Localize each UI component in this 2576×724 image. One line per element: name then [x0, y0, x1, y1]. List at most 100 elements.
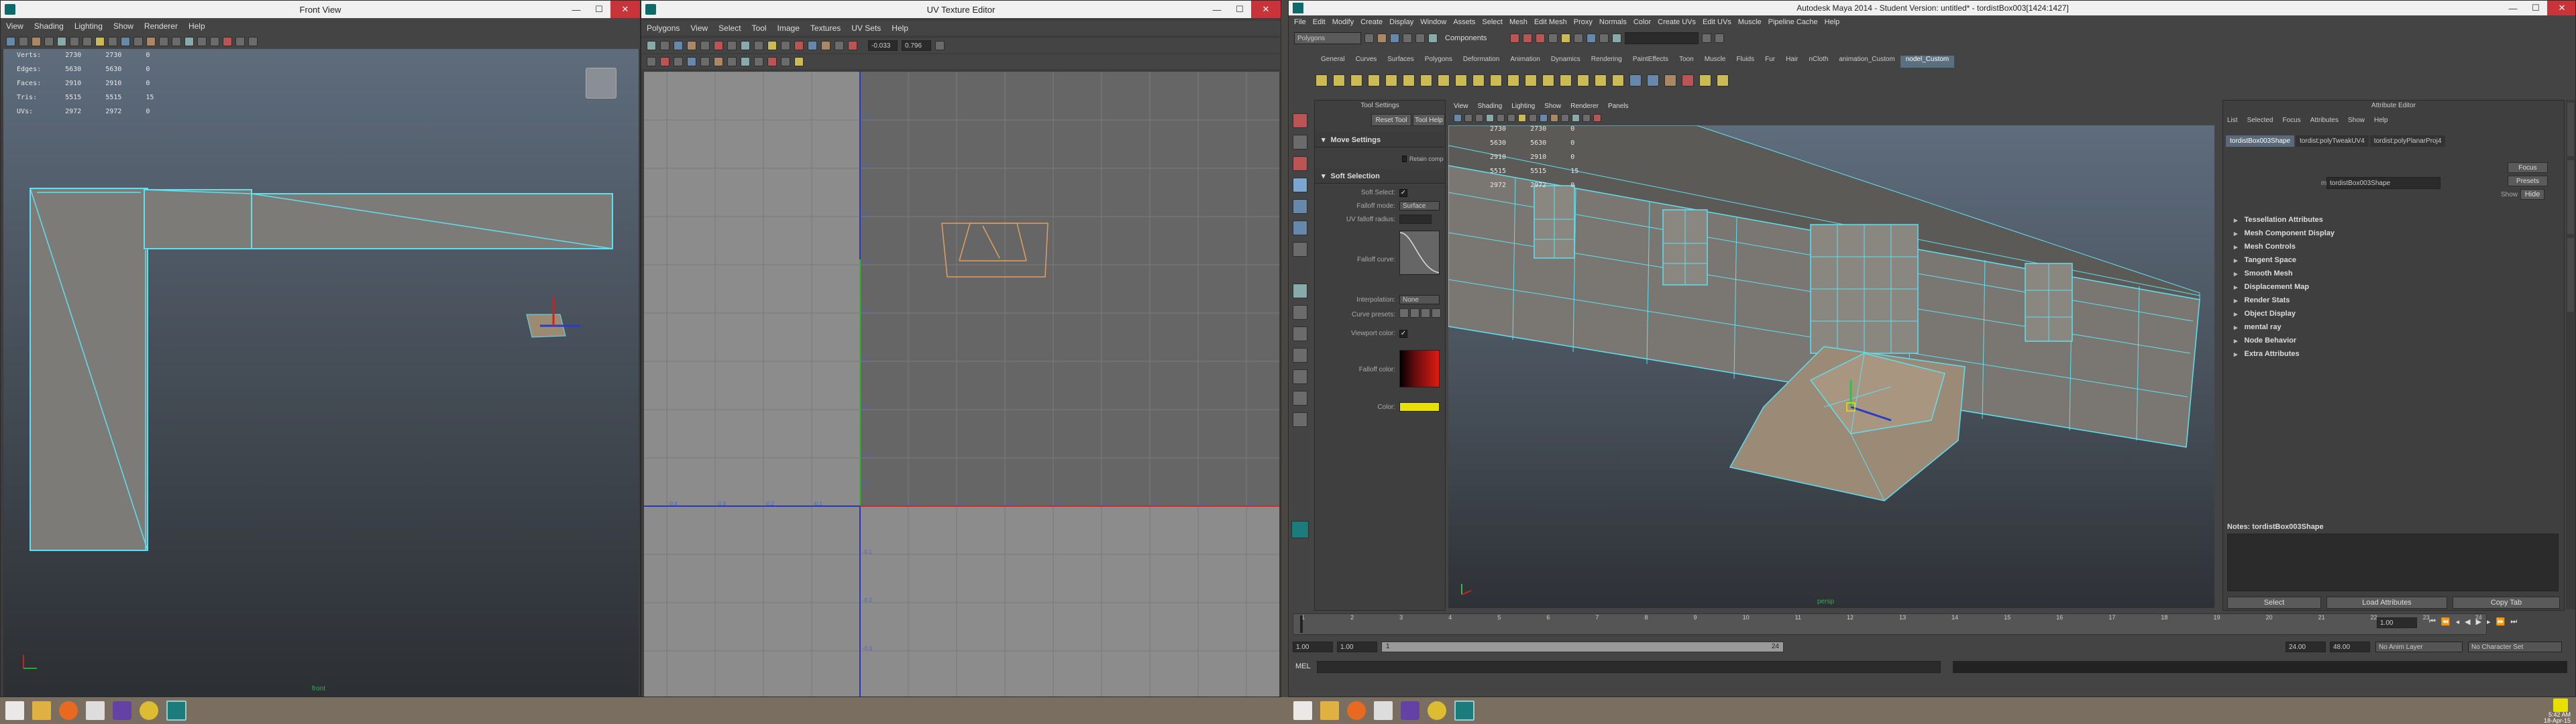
snap-point-icon[interactable] — [1536, 34, 1546, 43]
menu-item[interactable]: Window — [1420, 18, 1446, 26]
ep-curve-icon[interactable] — [1629, 74, 1642, 86]
select-object-icon[interactable] — [1415, 34, 1425, 43]
merge-icon[interactable] — [1507, 74, 1519, 86]
curve-preset-soft-icon[interactable] — [1410, 308, 1419, 318]
scene-open-icon[interactable] — [1377, 34, 1387, 43]
menu-item[interactable]: Create UVs — [1658, 18, 1696, 26]
uv-u-field[interactable]: -0.033 — [868, 40, 898, 51]
firefox-icon[interactable] — [59, 701, 78, 720]
select-component-icon[interactable] — [1428, 34, 1438, 43]
side-tab[interactable] — [2567, 103, 2574, 156]
shelf-tab[interactable]: Animation — [1505, 56, 1545, 68]
wireframe-icon[interactable] — [108, 37, 117, 46]
layout-four-icon[interactable] — [1293, 305, 1307, 320]
sidebar-toggle-icon[interactable] — [1702, 34, 1712, 43]
menu-item[interactable]: Select — [718, 23, 741, 33]
isolate-icon[interactable] — [197, 37, 207, 46]
attr-section[interactable]: Extra Attributes — [2227, 347, 2556, 361]
scene-new-icon[interactable] — [1364, 34, 1374, 43]
camera-attr-icon[interactable] — [19, 37, 28, 46]
isolate-icon[interactable] — [1582, 114, 1591, 122]
shelf-tab[interactable]: Curves — [1350, 56, 1383, 68]
menu-item[interactable]: View — [690, 23, 708, 33]
start-time-field[interactable]: 1.00 — [1293, 642, 1333, 652]
copy-tab-button[interactable]: Copy Tab — [2453, 597, 2560, 609]
tool-help-button[interactable]: Tool Help — [1413, 114, 1445, 126]
menu-item[interactable]: Edit — [1313, 18, 1326, 26]
menu-item[interactable]: Help — [1825, 18, 1840, 26]
menu-item[interactable]: Tool — [752, 23, 767, 33]
menu-item[interactable]: Modify — [1332, 18, 1354, 26]
uv-straighten-icon[interactable] — [781, 41, 790, 50]
uv-editor-shelf-icon[interactable] — [1664, 74, 1676, 86]
attr-section[interactable]: Tessellation Attributes — [2227, 213, 2556, 227]
uv-isolate-icon[interactable] — [727, 57, 737, 66]
layout-outliner-icon[interactable] — [1293, 348, 1307, 363]
interpolation-select[interactable]: None — [1399, 295, 1440, 304]
menu-item[interactable]: Display — [1389, 18, 1413, 26]
uv-toggle-icon[interactable] — [754, 57, 763, 66]
smooth-shade-icon[interactable] — [121, 37, 130, 46]
film-gate-icon[interactable] — [1497, 114, 1505, 122]
wireframe-icon[interactable] — [1529, 114, 1537, 122]
curve-preset-bell-icon[interactable] — [1421, 308, 1430, 318]
minimize-icon[interactable]: — — [1205, 1, 1228, 18]
maya-taskbar-icon[interactable] — [166, 701, 186, 721]
hq-render-icon[interactable] — [210, 37, 219, 46]
shelf-tab[interactable]: Polygons — [1419, 56, 1458, 68]
snap-view-icon[interactable] — [1548, 34, 1558, 43]
firefox-icon[interactable] — [1347, 701, 1366, 720]
scene-save-icon[interactable] — [1390, 34, 1399, 43]
uv-pixel-snap-icon[interactable] — [781, 57, 790, 66]
shelf-tab[interactable]: Rendering — [1586, 56, 1627, 68]
attr-tab-active[interactable]: tordistBox003Shape — [2226, 135, 2295, 147]
bridge-icon[interactable] — [1472, 74, 1485, 86]
notes-field[interactable] — [2227, 534, 2559, 591]
attribute-editor-toggle-icon[interactable] — [1715, 34, 1725, 43]
unity-icon[interactable] — [86, 701, 105, 720]
safe-action-icon[interactable] — [1518, 114, 1526, 122]
uv-shade-icon[interactable] — [821, 41, 830, 50]
uv-smudge-icon[interactable] — [741, 41, 750, 50]
step-forward-key-icon[interactable]: ⏩ — [2496, 617, 2506, 626]
menu-item[interactable]: Lighting — [1511, 103, 1535, 110]
minimize-icon[interactable]: — — [565, 1, 588, 18]
lasso-tool-icon[interactable] — [1293, 135, 1307, 149]
soft-select-checkbox[interactable]: ✓ — [1399, 189, 1407, 197]
attr-section[interactable]: Mesh Controls — [2227, 240, 2556, 253]
retain-component-checkbox[interactable]: Retain component sp — [1402, 156, 1444, 162]
grid-icon[interactable] — [44, 37, 54, 46]
menu-item[interactable]: Renderer — [144, 21, 178, 31]
play-back-icon[interactable]: ◀ — [2465, 617, 2470, 626]
planar-map-icon[interactable] — [1699, 74, 1711, 86]
maximize-icon[interactable]: ☐ — [1228, 1, 1251, 18]
menu-item[interactable]: Focus — [2282, 117, 2300, 124]
shelf-tab[interactable]: nCloth — [1803, 56, 1833, 68]
bookmark-icon[interactable] — [32, 37, 41, 46]
menu-item[interactable]: Attributes — [2310, 117, 2339, 124]
reset-tool-button[interactable]: Reset Tool — [1371, 114, 1411, 126]
delete-history-icon[interactable] — [1595, 74, 1607, 86]
input-line-field[interactable] — [1625, 32, 1699, 44]
uv-select-shell-icon[interactable] — [754, 41, 763, 50]
start-icon[interactable] — [1293, 701, 1312, 720]
split-icon[interactable] — [1525, 74, 1537, 86]
menu-item[interactable]: Renderer — [1570, 103, 1599, 110]
menu-item[interactable]: Pipeline Cache — [1768, 18, 1818, 26]
menu-item[interactable]: Lighting — [74, 21, 103, 31]
bevel-icon[interactable] — [1490, 74, 1502, 86]
anim-layer-select[interactable]: No Anim Layer — [2375, 642, 2463, 652]
gate-mask-icon[interactable] — [83, 37, 92, 46]
mesh-name-field[interactable]: tordistBox003Shape — [2326, 177, 2440, 189]
smooth-shade-icon[interactable] — [1540, 114, 1548, 122]
menu-item[interactable]: Shading — [1478, 103, 1503, 110]
file-explorer-icon[interactable] — [1320, 701, 1339, 720]
uv-sew-icon[interactable] — [687, 41, 696, 50]
go-to-end-icon[interactable]: ⏭ — [2510, 617, 2517, 626]
mirror-icon[interactable] — [1577, 74, 1589, 86]
uv-refresh-icon[interactable] — [935, 41, 945, 50]
select-hierarchy-icon[interactable] — [1403, 34, 1412, 43]
poly-sphere-icon[interactable] — [1333, 74, 1345, 86]
attr-section[interactable]: Node Behavior — [2227, 334, 2556, 347]
input-line-icon[interactable] — [1612, 34, 1622, 43]
